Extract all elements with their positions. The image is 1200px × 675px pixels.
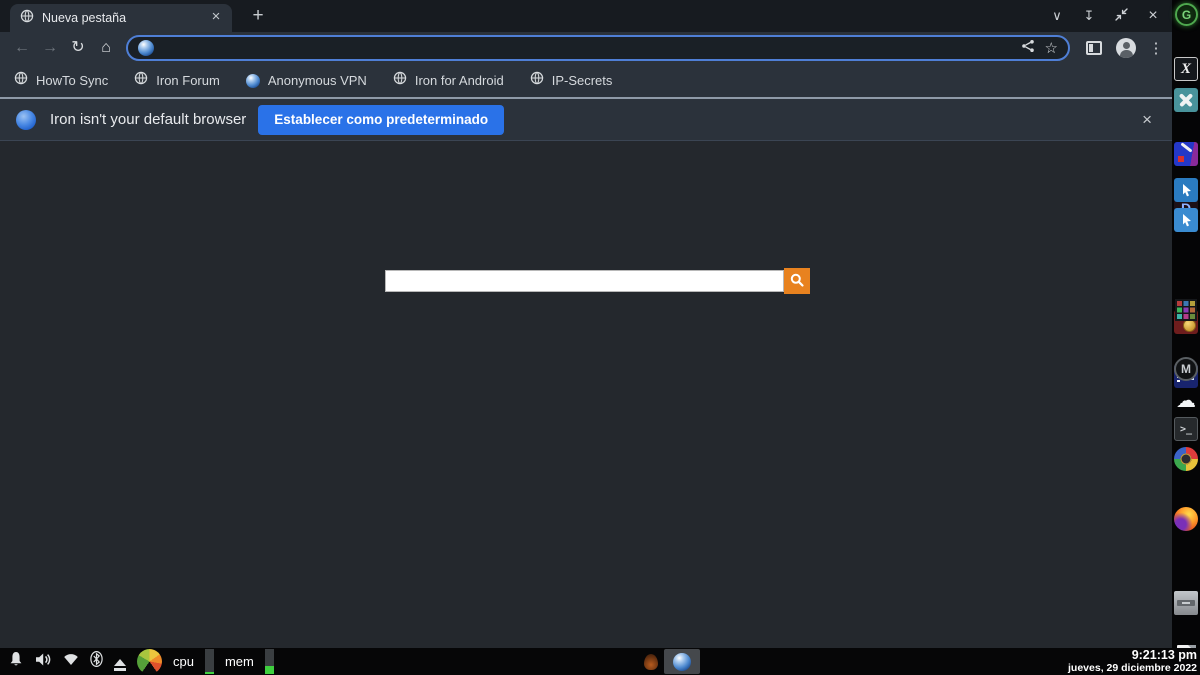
search-input[interactable] <box>385 270 784 292</box>
globe-icon <box>134 71 148 90</box>
page-search <box>385 267 810 295</box>
forward-icon[interactable]: → <box>36 35 64 61</box>
side-panel-icon[interactable] <box>1086 41 1102 55</box>
bookmark-iron-for-android[interactable]: Iron for Android <box>393 71 504 90</box>
new-tab-page <box>0 141 1172 648</box>
window-minimize-icon[interactable]: ↧ <box>1080 8 1098 24</box>
bookmark-star-icon[interactable]: ☆ <box>1045 39 1058 57</box>
clock-time: 9:21:13 pm <box>1068 649 1197 662</box>
xorg-icon[interactable]: X <box>1174 57 1198 81</box>
taskbar: cpu mem 9:21:13 pm jueves, 29 diciembre … <box>0 648 1200 675</box>
infobar-close-icon[interactable]: × <box>1142 110 1152 130</box>
home-icon[interactable]: ⌂ <box>92 35 120 61</box>
desktop: Nueva pestaña × + ∨ ↧ × ← → ↻ ⌂ <box>0 0 1200 675</box>
default-browser-icon <box>16 110 36 130</box>
bookmark-ip-secrets[interactable]: IP-Secrets <box>530 71 613 90</box>
wifi-icon[interactable] <box>63 652 79 671</box>
search-submit-button[interactable] <box>784 268 810 294</box>
taskbar-active-iron-window[interactable] <box>664 649 700 674</box>
browser-window: Nueva pestaña × + ∨ ↧ × ← → ↻ ⌂ <box>0 0 1172 648</box>
mem-label: mem <box>225 654 254 669</box>
taskbar-clock[interactable]: 9:21:13 pm jueves, 29 diciembre 2022 <box>1068 649 1197 674</box>
terminal-icon[interactable]: >_ <box>1174 417 1198 441</box>
right-dock: G X D M ☁ >_ <box>1172 0 1200 648</box>
tab-favicon-globe-icon <box>20 9 34 28</box>
new-tab-button[interactable]: + <box>246 5 270 29</box>
mosaic-app-icon[interactable] <box>1174 298 1198 322</box>
vpn-sphere-icon <box>246 74 260 88</box>
system-gauge-icon[interactable] <box>137 649 162 674</box>
back-icon[interactable]: ← <box>8 35 36 61</box>
globe-icon <box>530 71 544 90</box>
pointer-tool-icon[interactable] <box>1174 178 1198 202</box>
flame-tray-icon[interactable] <box>644 654 658 670</box>
globe-icon <box>14 71 28 90</box>
color-wheel-app-icon[interactable] <box>1174 447 1198 471</box>
tab-nueva-pestana[interactable]: Nueva pestaña × <box>10 4 232 32</box>
firefox-icon[interactable] <box>1174 507 1198 531</box>
tab-close-icon[interactable]: × <box>208 10 224 26</box>
tab-search-chevron-icon[interactable]: ∨ <box>1048 8 1066 24</box>
profile-avatar[interactable] <box>1116 38 1136 58</box>
tab-bar: Nueva pestaña × + ∨ ↧ × <box>0 0 1172 32</box>
window-close-icon[interactable]: × <box>1144 7 1162 25</box>
iron-logo-icon <box>673 653 691 671</box>
bookmark-anonymous-vpn[interactable]: Anonymous VPN <box>246 73 367 88</box>
green-power-icon[interactable]: G <box>1175 3 1198 26</box>
archive-manager-icon[interactable] <box>1174 591 1198 615</box>
clock-date: jueves, 29 diciembre 2022 <box>1068 662 1197 674</box>
tools-icon[interactable] <box>1174 88 1198 112</box>
bookmarks-bar: HowTo Sync Iron Forum Anonymous VPN Iron… <box>0 64 1172 97</box>
pointer-tool-2-icon[interactable] <box>1174 208 1198 232</box>
cpu-label: cpu <box>173 654 194 669</box>
magnifier-icon <box>789 272 805 291</box>
iron-logo-icon <box>138 40 154 56</box>
tab-title: Nueva pestaña <box>42 11 200 25</box>
eject-icon[interactable] <box>114 653 126 666</box>
mem-graph[interactable] <box>265 649 274 674</box>
bluetooth-icon[interactable] <box>90 651 103 672</box>
globe-icon <box>393 71 407 90</box>
bookmark-iron-forum[interactable]: Iron Forum <box>134 71 220 90</box>
set-default-button[interactable]: Establecer como predeterminado <box>258 105 504 135</box>
volume-icon[interactable] <box>35 652 52 672</box>
editor-app-icon[interactable] <box>1174 142 1198 166</box>
cpu-graph[interactable] <box>205 649 214 674</box>
notifications-bell-icon[interactable] <box>8 651 24 673</box>
browser-menu-icon[interactable]: ⋮ <box>1148 39 1164 57</box>
cloud-app-icon[interactable]: ☁ <box>1174 388 1198 412</box>
reload-icon[interactable]: ↻ <box>64 35 92 61</box>
browser-toolbar: ← → ↻ ⌂ ☆ ⋮ <box>0 32 1172 64</box>
infobar-message: Iron isn't your default browser <box>50 111 246 128</box>
address-bar[interactable]: ☆ <box>126 35 1070 61</box>
window-restore-icon[interactable] <box>1112 8 1130 24</box>
bookmark-howto-sync[interactable]: HowTo Sync <box>14 71 108 90</box>
share-icon[interactable] <box>1021 39 1035 58</box>
default-browser-infobar: Iron isn't your default browser Establec… <box>0 99 1172 140</box>
m-circle-app-icon[interactable]: M <box>1174 357 1198 381</box>
